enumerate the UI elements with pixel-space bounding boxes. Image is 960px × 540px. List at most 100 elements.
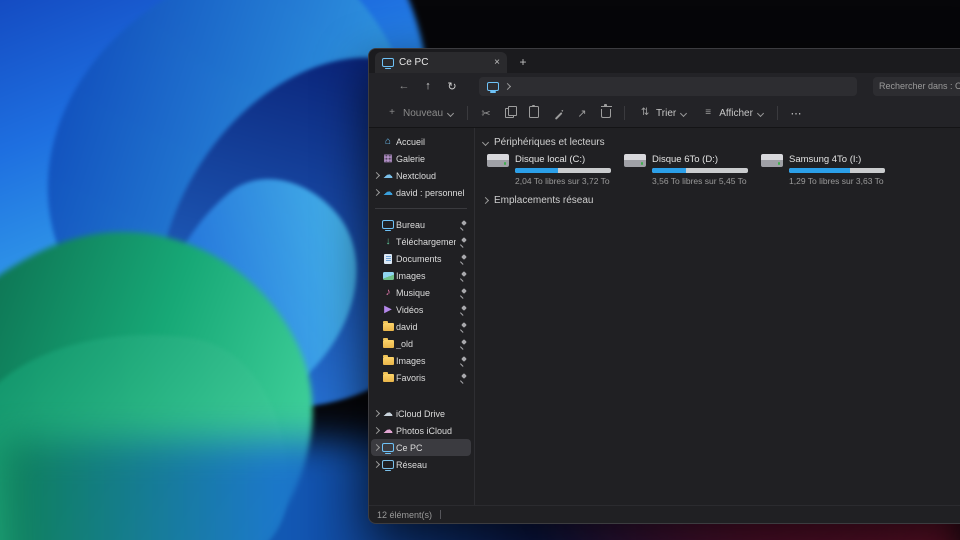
pin-icon <box>458 339 468 348</box>
image-icon <box>382 269 394 282</box>
sidebar-item-t-l-chargements[interactable]: ↓ Téléchargements <box>371 233 471 250</box>
sidebar-item-favoris[interactable]: Favoris <box>371 369 471 386</box>
sidebar-item-images[interactable]: Images <box>371 267 471 284</box>
hard-drive-icon <box>761 154 783 167</box>
onedrive-icon: ☁ <box>383 186 393 198</box>
drive-tile[interactable]: Disque local (C:) 2,04 To libres sur 3,72… <box>487 154 617 186</box>
folder-icon <box>382 354 394 367</box>
sidebar-item-label: Images <box>396 270 426 281</box>
more-icon: ⋯ <box>790 107 802 120</box>
sidebar-item-old[interactable]: _old <box>371 335 471 352</box>
drive-info: Disque local (C:) 2,04 To libres sur 3,72… <box>515 154 611 186</box>
pin-icon <box>458 356 468 365</box>
sidebar-item-galerie[interactable]: ▦ Galerie <box>371 150 471 167</box>
sidebar-item-label: Bureau <box>396 219 426 230</box>
sidebar-item-vid-os[interactable]: ▶ Vidéos <box>371 301 471 318</box>
status-bar: 12 élément(s) <box>369 505 960 523</box>
view-button[interactable]: ≡ Afficher <box>695 102 770 124</box>
toolbar-separator <box>776 106 778 120</box>
folder-icon <box>382 337 394 350</box>
plus-icon: + <box>389 107 395 118</box>
search-input[interactable]: Rechercher dans : C <box>873 76 960 96</box>
status-separator <box>440 510 442 519</box>
section-network-header[interactable]: Emplacements réseau <box>481 192 960 208</box>
drive-tile[interactable]: Samsung 4To (I:) 1,29 To libres sur 3,63 … <box>761 154 891 186</box>
network-icon <box>382 458 394 471</box>
pin-icon <box>458 305 468 314</box>
address-bar[interactable] <box>479 76 857 96</box>
sidebar-item-documents[interactable]: Documents <box>371 250 471 267</box>
sidebar-item-photos-icloud[interactable]: ☁ Photos iCloud <box>371 422 471 439</box>
sidebar-item-label: david <box>396 321 418 332</box>
sidebar-item-icloud-drive[interactable]: ☁ iCloud Drive <box>371 405 471 422</box>
chevron-right-icon <box>372 188 381 197</box>
sidebar-item-musique[interactable]: ♪ Musique <box>371 284 471 301</box>
sidebar-item-r-seau[interactable]: Réseau <box>371 456 471 473</box>
sidebar-item-david-personnel[interactable]: ☁ david : personnel <box>371 184 471 201</box>
document-icon <box>382 252 394 265</box>
drive-tile[interactable]: Disque 6To (D:) 3,56 To libres sur 5,45 T… <box>624 154 754 186</box>
sidebar-item-label: Vidéos <box>396 304 424 315</box>
sidebar-item-label: Accueil <box>396 136 426 147</box>
folder-icon <box>382 371 394 384</box>
sidebar-item-bureau[interactable]: Bureau <box>371 216 471 233</box>
drive-usage-fill <box>515 168 559 173</box>
sidebar-item-label: david : personnel <box>396 187 465 198</box>
drive-name: Disque 6To (D:) <box>652 154 718 165</box>
chevron-right-icon <box>372 409 381 418</box>
sidebar-item-ce-pc[interactable]: Ce PC <box>371 439 471 456</box>
pin-icon <box>458 220 468 229</box>
home-icon: ⌂ <box>384 135 392 147</box>
rename-icon <box>554 107 563 119</box>
pin-icon <box>458 271 468 280</box>
section-devices-header[interactable]: Périphériques et lecteurs <box>481 134 960 150</box>
file-explorer-window: Ce PC × + ← ↑ ↻ Rechercher dans : C + No… <box>368 48 960 524</box>
view-button-label: Afficher <box>719 107 753 119</box>
sidebar-item-nextcloud[interactable]: ☁ Nextcloud <box>371 167 471 184</box>
sort-button-label: Trier <box>656 107 677 119</box>
pin-icon <box>458 237 468 246</box>
sidebar-item-label: _old <box>396 338 414 349</box>
sidebar-item-images[interactable]: Images <box>371 352 471 369</box>
new-tab-button[interactable]: + <box>513 52 533 72</box>
tab-label: Ce PC <box>399 57 429 68</box>
view-icon: ≡ <box>705 107 712 118</box>
sidebar-item-label: iCloud Drive <box>396 408 446 419</box>
this-pc-icon <box>487 80 499 93</box>
this-pc-icon <box>382 56 394 69</box>
monitor-icon <box>382 441 394 454</box>
more-options-button[interactable]: ⋯ <box>785 102 807 124</box>
drive-usage-bar <box>515 168 611 173</box>
tab-ce-pc[interactable]: Ce PC × <box>375 52 507 73</box>
sidebar-item-accueil[interactable]: ⌂ Accueil <box>371 133 471 150</box>
copy-button[interactable] <box>499 102 521 124</box>
back-button[interactable]: ← <box>395 77 413 95</box>
new-button[interactable]: + Nouveau <box>379 102 460 124</box>
chevron-down-icon <box>446 109 455 117</box>
music-icon: ♪ <box>385 286 391 298</box>
paste-button[interactable] <box>523 102 545 124</box>
sidebar: ⌂ Accueil ▦ Galerie ☁ Nextcloud ☁ david : perso… <box>369 128 475 505</box>
drive-usage-bar <box>789 168 885 173</box>
sidebar-item-label: Nextcloud <box>396 170 437 181</box>
hard-drive-icon <box>487 154 509 167</box>
share-button[interactable]: ↗ <box>571 102 593 124</box>
cut-button[interactable]: ✂ <box>475 102 497 124</box>
drive-name: Samsung 4To (I:) <box>789 154 862 165</box>
rename-button[interactable] <box>547 102 569 124</box>
download-icon: ↓ <box>385 235 391 247</box>
cut-icon: ✂ <box>481 107 491 120</box>
chevron-right-icon <box>372 426 381 435</box>
sidebar-item-label: Photos iCloud <box>396 425 453 436</box>
close-tab-icon[interactable]: × <box>494 57 500 68</box>
chevron-down-icon <box>481 138 490 146</box>
sidebar-item-david[interactable]: david <box>371 318 471 335</box>
delete-button[interactable] <box>595 102 617 124</box>
breadcrumb-chevron-icon <box>503 82 512 90</box>
refresh-button[interactable]: ↻ <box>443 77 461 95</box>
icloud-icon: ☁ <box>383 407 393 419</box>
sort-button[interactable]: ⇅ Trier <box>632 102 693 124</box>
sidebar-item-label: Favoris <box>396 372 426 383</box>
up-button[interactable]: ↑ <box>419 77 437 95</box>
drive-usage-bar <box>652 168 748 173</box>
